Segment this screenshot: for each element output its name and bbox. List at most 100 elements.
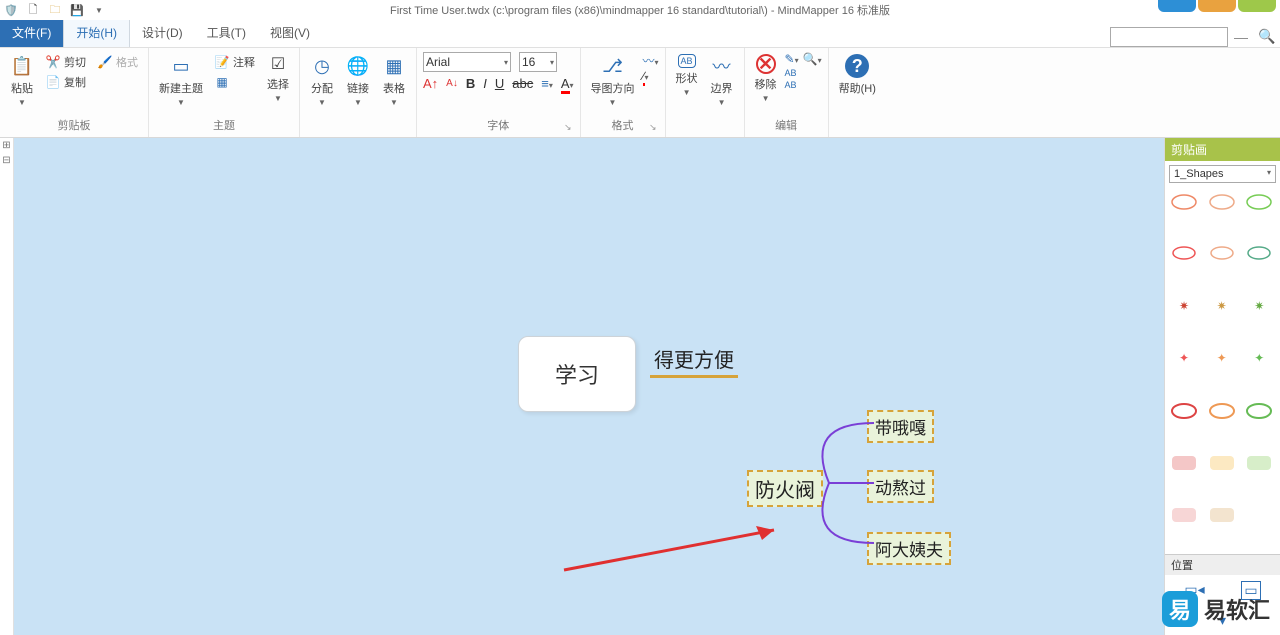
paste-label: 粘贴 — [11, 80, 33, 96]
link-button[interactable]: 🌐链接▼ — [342, 52, 374, 109]
window-btn-3[interactable] — [1238, 0, 1276, 12]
ruler-icon[interactable]: ⊞ — [2, 140, 10, 151]
font-family-combo[interactable]: Arial▾ — [423, 52, 511, 72]
workspace: ⊞ ⊟ 学习 得更方便 防火阀 带哦嘎 动熬过 阿大姨夫 剪贴画 1_Shape… — [0, 138, 1280, 635]
italic-button[interactable]: I — [483, 76, 487, 91]
grow-font-icon[interactable]: A↑ — [423, 76, 438, 91]
grid-icon: ▦ — [215, 75, 229, 89]
qat-dropdown-icon[interactable]: ▼ — [92, 3, 106, 17]
copy-button[interactable]: 📄复制 — [42, 72, 90, 92]
titlebar: 🛡️ 🗋 🗀 💾 ▼ First Time User.twdx (c:\prog… — [0, 0, 1280, 20]
font-color-button[interactable]: A▾ — [561, 76, 574, 91]
chevron-down-icon: ▾ — [504, 58, 508, 67]
search-combo[interactable] — [1110, 27, 1228, 47]
underline-button[interactable]: U — [495, 76, 504, 91]
watermark-text: 易软汇 — [1204, 593, 1270, 625]
shape-star-2[interactable]: ✦ — [1207, 347, 1237, 369]
search-area: — 🔍 — [1110, 27, 1280, 47]
format-group-label: 格式 — [612, 117, 634, 133]
tab-file[interactable]: 文件(F) — [0, 18, 63, 47]
shape-bubble-1[interactable] — [1169, 243, 1199, 265]
tab-start[interactable]: 开始(H) — [63, 17, 130, 47]
tab-view[interactable]: 视图(V) — [258, 18, 322, 47]
save-icon[interactable]: 💾 — [70, 3, 84, 17]
edit-icon-2[interactable]: AB — [785, 68, 799, 78]
note-button[interactable]: 📝注释 — [211, 52, 259, 72]
shape-star-3[interactable]: ✦ — [1244, 347, 1274, 369]
topic-group-label: 主题 — [213, 117, 235, 133]
line-color-icon[interactable]: ∕▾ — [643, 69, 659, 83]
tree-icon: ⎇ — [601, 54, 625, 78]
tab-tools[interactable]: 工具(T) — [195, 18, 258, 47]
clipart-panel-title: 剪贴画 — [1165, 138, 1280, 161]
line-style-icon[interactable]: 〰▾ — [643, 52, 659, 69]
shape-burst-3[interactable]: ✷ — [1244, 295, 1274, 317]
shape-cloud-1[interactable] — [1169, 191, 1199, 213]
shrink-font-icon[interactable]: A↓ — [446, 78, 458, 89]
edit-icon-3[interactable]: AB — [785, 80, 799, 90]
shape-smudge-2[interactable] — [1207, 452, 1237, 474]
window-btn-1[interactable] — [1158, 0, 1196, 12]
align-button[interactable]: ≡▾ — [541, 76, 553, 91]
branch-node-2[interactable]: 防火阀 — [747, 470, 823, 507]
sub-node-2[interactable]: 动熬过 — [867, 470, 934, 503]
ruler-icon-2[interactable]: ⊟ — [2, 155, 10, 166]
expand-icon[interactable]: ↘ — [564, 122, 572, 133]
shape-bubble-2[interactable] — [1207, 243, 1237, 265]
find-icon[interactable]: 🔍▾ — [803, 52, 822, 66]
shape-smudge-5[interactable] — [1207, 504, 1237, 526]
shape-smudge-4[interactable] — [1169, 504, 1199, 526]
tab-design[interactable]: 设计(D) — [130, 18, 195, 47]
expand-icon[interactable]: ↘ — [649, 122, 657, 133]
open-icon[interactable]: 🗀 — [48, 3, 62, 17]
search-icon[interactable]: 🔍 — [1258, 28, 1276, 46]
bold-button[interactable]: B — [466, 76, 475, 91]
shape-button[interactable]: AB形状▼ — [672, 52, 702, 99]
distribute-button[interactable]: ◷分配▼ — [306, 52, 338, 109]
boundary-button[interactable]: 〰边界▼ — [706, 52, 738, 109]
shape-smudge-1[interactable] — [1169, 452, 1199, 474]
direction-button[interactable]: ⎇导图方向▼ — [587, 52, 639, 109]
shape-oval-2[interactable] — [1207, 400, 1237, 422]
shape-smudge-3[interactable] — [1244, 452, 1274, 474]
shape-cloud-3[interactable] — [1244, 191, 1274, 213]
root-node[interactable]: 学习 — [518, 336, 636, 412]
new-icon[interactable]: 🗋 — [26, 3, 40, 17]
shape-star-1[interactable]: ✦ — [1169, 347, 1199, 369]
canvas-scroll[interactable]: 学习 得更方便 防火阀 带哦嘎 动熬过 阿大姨夫 — [14, 138, 1164, 635]
table-icon: ▦ — [382, 54, 406, 78]
annotation-arrow — [564, 530, 774, 570]
shape-cloud-2[interactable] — [1207, 191, 1237, 213]
new-topic-button[interactable]: ▭ 新建主题 ▼ — [155, 52, 207, 109]
clipboard-group-label: 剪贴板 — [58, 117, 91, 133]
group-direction: ⎇导图方向▼ 〰▾ ∕▾ 格式 ↘ — [581, 48, 666, 137]
shape-bubble-3[interactable] — [1244, 243, 1274, 265]
paste-dropdown-icon[interactable]: ▼ — [18, 98, 26, 107]
shape-oval-3[interactable] — [1244, 400, 1274, 422]
sub-node-1[interactable]: 带哦嘎 — [867, 410, 934, 443]
remove-button[interactable]: ✕移除▼ — [751, 52, 781, 105]
new-topic-dropdown-icon[interactable]: ▼ — [177, 98, 185, 107]
format-painter-button: 🖌️格式 — [94, 52, 142, 72]
shape-burst-2[interactable]: ✷ — [1207, 295, 1237, 317]
mindmap-canvas[interactable]: 学习 得更方便 防火阀 带哦嘎 动熬过 阿大姨夫 — [14, 138, 1144, 618]
misc-topic-button[interactable]: ▦ — [211, 72, 259, 92]
cut-button[interactable]: ✂️剪切 — [42, 52, 90, 72]
help-button[interactable]: ?帮助(H) — [835, 52, 880, 98]
branch-node-1[interactable]: 得更方便 — [650, 344, 738, 378]
paste-button[interactable]: 📋 粘贴 ▼ — [6, 52, 38, 109]
shapes-category-combo[interactable]: 1_Shapes▾ — [1169, 165, 1276, 183]
group-help: ?帮助(H) — [829, 48, 886, 137]
select-button[interactable]: ☑ 选择 ▼ — [263, 52, 293, 105]
boundary-icon: 〰 — [710, 54, 734, 78]
table-button[interactable]: ▦表格▼ — [378, 52, 410, 109]
font-size-combo[interactable]: 16▾ — [519, 52, 557, 72]
strike-button[interactable]: abc — [512, 76, 533, 91]
shape-oval-1[interactable] — [1169, 400, 1199, 422]
group-distribute: ◷分配▼ 🌐链接▼ ▦表格▼ — [300, 48, 417, 137]
sub-node-3[interactable]: 阿大姨夫 — [867, 532, 951, 565]
window-btn-2[interactable] — [1198, 0, 1236, 12]
edit-icon-1[interactable]: ✎▾ — [785, 52, 799, 66]
shape-burst-1[interactable]: ✷ — [1169, 295, 1199, 317]
minimize-ribbon-icon[interactable]: — — [1234, 29, 1248, 45]
